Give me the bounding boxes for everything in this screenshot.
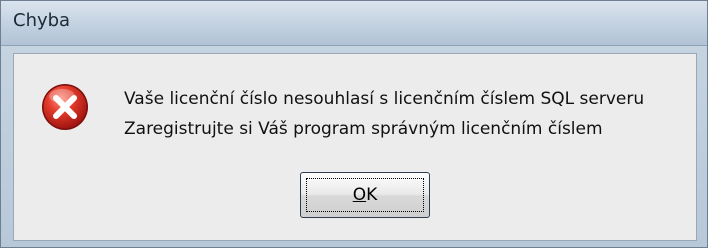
error-icon	[42, 84, 88, 130]
error-message: Vaše licenční číslo nesouhlasí s licenčn…	[124, 84, 644, 144]
message-line-2: Zaregistrujte si Váš program správným li…	[124, 119, 603, 139]
error-dialog: Chyba Vaše licenční číslo nesouhlasí s l…	[0, 0, 708, 248]
title-bar[interactable]: Chyba	[1, 1, 707, 46]
dialog-content: Vaše licenční číslo nesouhlasí s licenčn…	[13, 53, 697, 241]
ok-button-label: OK	[353, 185, 378, 205]
ok-label-rest: K	[366, 185, 378, 205]
ok-button[interactable]: OK	[300, 172, 430, 218]
ok-mnemonic: O	[352, 185, 367, 205]
message-line-1: Vaše licenční číslo nesouhlasí s licenčn…	[124, 89, 645, 109]
window-title: Chyba	[13, 10, 71, 31]
